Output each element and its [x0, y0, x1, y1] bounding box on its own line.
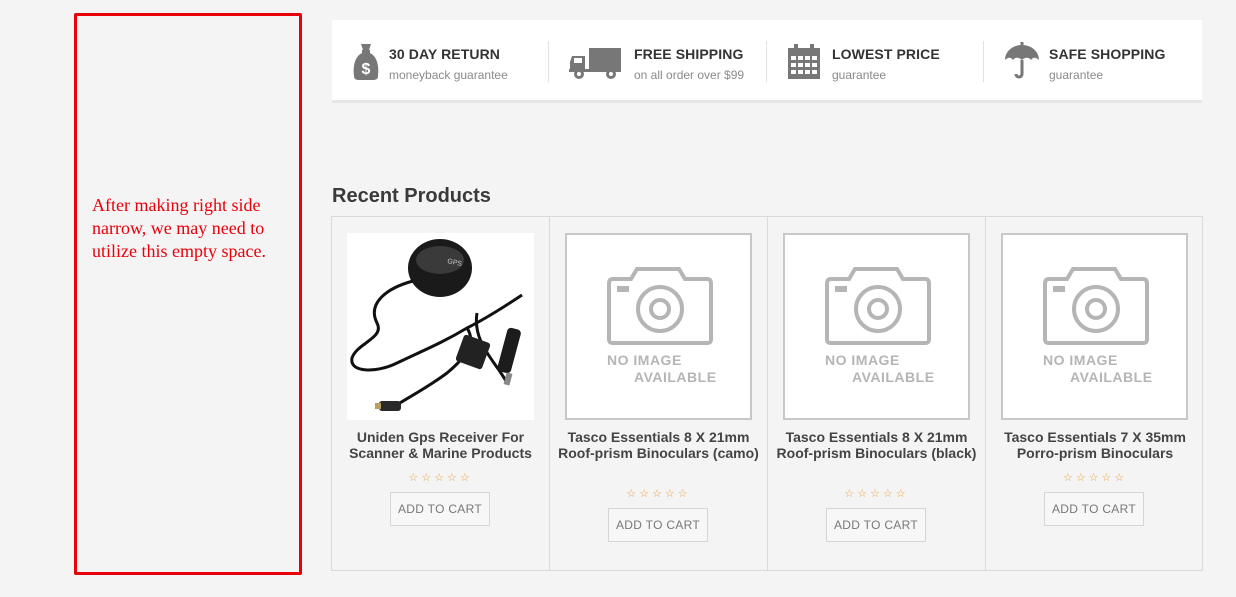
feature-title: LOWEST PRICE [832, 46, 940, 62]
feature-title: FREE SHIPPING [634, 46, 744, 62]
feature-bar: $ 30 DAY RETURN moneyback guarantee FREE… [332, 20, 1202, 103]
product-name[interactable]: Uniden Gps Receiver For Scanner & Marine… [338, 429, 543, 461]
truck-icon [569, 46, 623, 85]
product-grid: GPS Uniden Gps Receiver For Scanner & Ma… [331, 216, 1203, 571]
no-image-placeholder[interactable]: NO IMAGE AVAILABLE [783, 233, 970, 420]
product-image[interactable]: GPS [347, 233, 534, 420]
available-label: AVAILABLE [852, 369, 935, 385]
add-to-cart-button[interactable]: ADD TO CART [608, 508, 708, 542]
feature-subtitle: guarantee [1049, 68, 1104, 82]
feature-title: 30 DAY RETURN [389, 46, 501, 62]
feature-divider [983, 41, 984, 82]
feature-divider [548, 41, 549, 82]
product-name[interactable]: Tasco Essentials 8 X 21mm Roof-prism Bin… [556, 429, 761, 461]
available-label: AVAILABLE [634, 369, 717, 385]
add-to-cart-button[interactable]: ADD TO CART [390, 492, 490, 526]
product-card: NO IMAGE AVAILABLE Tasco Essentials 7 X … [986, 217, 1204, 570]
feature-title: SAFE SHOPPING [1049, 46, 1166, 62]
no-image-placeholder[interactable]: NO IMAGE AVAILABLE [1001, 233, 1188, 420]
available-label: AVAILABLE [1070, 369, 1153, 385]
add-to-cart-button[interactable]: ADD TO CART [1044, 492, 1144, 526]
no-image-label: NO IMAGE [607, 352, 682, 368]
product-card: NO IMAGE AVAILABLE Tasco Essentials 8 X … [550, 217, 768, 570]
product-name[interactable]: Tasco Essentials 8 X 21mm Roof-prism Bin… [774, 429, 979, 461]
annotation-text: After making right side narrow, we may n… [92, 195, 266, 261]
recent-products-title: Recent Products [332, 185, 491, 207]
umbrella-icon [1004, 42, 1040, 85]
star-rating: ☆☆☆☆☆ [408, 472, 473, 484]
star-rating: ☆☆☆☆☆ [844, 488, 909, 500]
feature-subtitle: guarantee [832, 68, 887, 82]
feature-subtitle: on all order over $99 [634, 68, 745, 82]
feature-divider [766, 41, 767, 82]
annotation-box: After making right side narrow, we may n… [74, 13, 302, 575]
add-to-cart-button[interactable]: ADD TO CART [826, 508, 926, 542]
no-image-label: NO IMAGE [1043, 352, 1118, 368]
money-bag-icon: $ [352, 42, 380, 87]
svg-text:$: $ [362, 61, 371, 78]
feature-subtitle: moneyback guarantee [389, 68, 508, 82]
product-card: NO IMAGE AVAILABLE Tasco Essentials 8 X … [768, 217, 986, 570]
product-name[interactable]: Tasco Essentials 7 X 35mm Porro-prism Bi… [992, 429, 1198, 461]
no-image-label: NO IMAGE [825, 352, 900, 368]
product-card: GPS Uniden Gps Receiver For Scanner & Ma… [332, 217, 550, 570]
star-rating: ☆☆☆☆☆ [1062, 472, 1128, 484]
no-image-placeholder[interactable]: NO IMAGE AVAILABLE [565, 233, 752, 420]
calendar-icon [787, 44, 821, 85]
star-rating: ☆☆☆☆☆ [626, 488, 691, 500]
